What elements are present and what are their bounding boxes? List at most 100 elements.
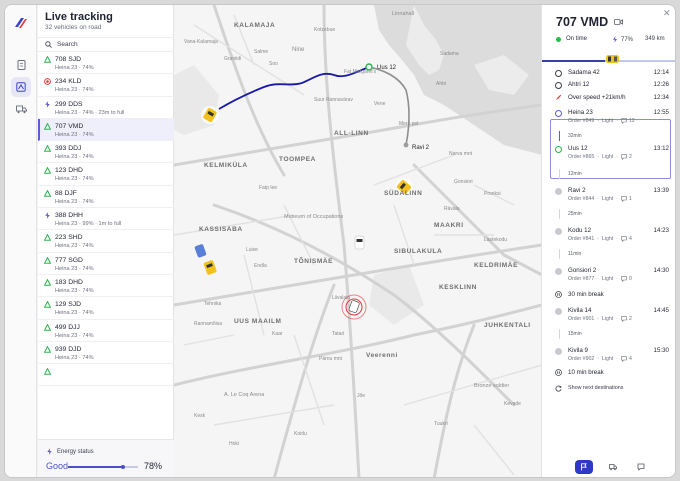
timeline-stop[interactable]: Sadama 42 12:14 xyxy=(555,69,672,77)
map-label: Soo xyxy=(269,61,278,67)
vehicle-id: 708 SJD xyxy=(55,56,82,63)
timeline-stop[interactable]: 30 min break xyxy=(555,291,672,298)
map-label: Gonsiori xyxy=(454,179,473,185)
stop-time: 13:12 xyxy=(653,145,669,152)
timeline-stop[interactable]: Uus 12 13:12 Order #865 · Light · 2 xyxy=(555,145,672,160)
vehicle-id: 129 SJD xyxy=(55,301,82,309)
map-label: Kevade xyxy=(504,401,521,407)
timeline-connector xyxy=(559,249,560,259)
vehicle-meta: Heina 23 · 74% · 23m to full xyxy=(55,109,125,116)
comment-icon xyxy=(621,316,627,322)
vehicle-list-item[interactable] xyxy=(38,364,174,387)
map-label: Salme xyxy=(254,49,268,55)
vehicle-list-item[interactable]: 499 DJJ Heina 23 · 74% xyxy=(38,320,174,342)
order-type: Light xyxy=(601,236,614,242)
vehicle-list-item[interactable]: 393 DDJ Heina 23 · 74% xyxy=(38,141,174,164)
comment-count: 4 xyxy=(628,236,632,242)
vehicle-marker-white[interactable] xyxy=(354,235,365,250)
logo xyxy=(15,18,27,28)
map-label: Ahtri xyxy=(436,81,446,87)
vehicle-meta: Heina 23 · 74% xyxy=(55,198,94,205)
rail-vehicles-button[interactable] xyxy=(11,99,31,119)
map-label: UUS MAAILM xyxy=(234,318,282,325)
map-label: Suur Rannavärav xyxy=(314,97,353,103)
timeline-stop[interactable]: Kodu 12 14:23 Order #841 · Light · 4 xyxy=(555,227,672,242)
map-label: SIBULAKULA xyxy=(394,248,442,255)
vehicle-id: 393 DDJ xyxy=(55,145,82,153)
timeline-stop[interactable]: Heina 23 12:55 Order #849 · Light · 12 xyxy=(555,109,672,124)
timeline-stop[interactable]: Ahtri 12 12:26 xyxy=(555,81,672,89)
vehicle-meta: Heina 23 · 74% xyxy=(55,131,94,138)
vehicle-list-item[interactable]: 129 SJD Heina 23 · 74% xyxy=(38,297,174,320)
vehicle-detail-panel: 707 VMD ✕ On time 77% 349 km Sadama 42 12… xyxy=(541,5,675,477)
map-label: TOOMPEA xyxy=(279,156,316,163)
travel-duration: 32min xyxy=(568,133,582,139)
map-label: Fatp lee xyxy=(259,185,277,191)
timeline-connector xyxy=(559,329,560,339)
vehicle-meta: Heina 23 · 74% xyxy=(55,265,94,272)
vehicle-list-item[interactable]: 388 DHH Heina 23 · 99% · 1m to full xyxy=(38,208,174,231)
vehicle-meta: Heina 23 · 74% xyxy=(55,310,94,317)
app-window: Live tracking 32 vehicles on road Search… xyxy=(4,4,676,478)
timeline-stop[interactable]: 10 min break xyxy=(555,369,672,376)
rail-tracking-button[interactable] xyxy=(11,77,31,97)
vehicle-button[interactable] xyxy=(604,460,622,474)
route-end-marker[interactable] xyxy=(403,142,409,148)
map-label: Linnahall xyxy=(392,11,414,17)
vehicle-id: 223 SHD xyxy=(55,234,83,242)
vehicle-list-item[interactable]: 234 KLD Heina 23 · 74% xyxy=(38,74,174,97)
stop-name: Show next destinations xyxy=(568,385,624,391)
vehicle-list-item[interactable]: 707 VMD Heina 23 · 74% xyxy=(38,118,174,142)
vehicle-list-item[interactable]: 223 SHD Heina 23 · 74% xyxy=(38,230,174,253)
bolt-icon xyxy=(44,212,51,219)
timeline-connector xyxy=(559,131,560,141)
map-label: Tatari xyxy=(332,331,344,337)
timeline-stop[interactable]: Kivila 14 14:45 Order #901 · Light · 2 xyxy=(555,307,672,322)
chat-button[interactable] xyxy=(632,460,650,474)
vehicle-list-item[interactable]: 123 DHD Heina 23 · 74% xyxy=(38,163,174,186)
map-label: Tuukri xyxy=(434,421,448,427)
stop-time: 14:30 xyxy=(653,267,669,274)
close-button[interactable]: ✕ xyxy=(663,8,671,19)
comment-count: 1 xyxy=(628,196,632,202)
map-label: Fat Margaret's xyxy=(344,69,377,75)
energy-percent: 78% xyxy=(144,461,163,471)
route-button[interactable] xyxy=(575,460,593,474)
vehicle-id: 388 DHH xyxy=(55,212,83,220)
vehicle-list-item[interactable]: 708 SJD Heina 23 · 74% xyxy=(38,52,174,75)
stop-time: 13:39 xyxy=(653,187,669,194)
trip-progress-fill xyxy=(542,60,605,62)
vehicle-meta: Heina 23 · 74% xyxy=(55,87,94,94)
vehicle-list-item[interactable]: 88 DJF Heina 23 · 74% xyxy=(38,186,174,209)
map-label: KASSISABA xyxy=(199,226,243,233)
order-number: Order #849 xyxy=(568,118,595,124)
vehicle-id: 499 DJJ xyxy=(55,323,80,331)
energy-bar-knob[interactable] xyxy=(120,464,125,469)
search-input[interactable]: Search xyxy=(38,37,174,52)
show-next-destinations-link[interactable]: Show next destinations xyxy=(555,385,672,392)
timeline-stop[interactable]: Over speed +21km/h 12:34 xyxy=(556,94,672,101)
status-dot-icon xyxy=(556,36,561,42)
vehicle-list-item[interactable]: 777 SGD Heina 23 · 74% xyxy=(38,253,174,275)
map-label: Vene xyxy=(374,101,386,107)
map-label: Nine xyxy=(292,47,305,53)
map[interactable]: Uus 12 Ravi 2 KALAMAJALinnahallNineVana-… xyxy=(174,5,542,478)
map-label: Bronze soldier xyxy=(474,383,509,389)
triangle-icon xyxy=(44,56,51,63)
camera-icon[interactable] xyxy=(614,18,623,26)
map-label: Rävala xyxy=(444,206,460,212)
map-icon xyxy=(16,82,26,92)
vehicle-list-item[interactable]: 939 DJD Heina 23 · 74% xyxy=(38,342,174,365)
order-type: Light xyxy=(601,356,614,362)
vehicle-list-item[interactable]: 299 DDS Heina 23 · 74% · 23m to full xyxy=(38,97,174,119)
stop-name: 30 min break xyxy=(568,291,604,298)
vehicle-id: 183 DHD xyxy=(55,278,83,286)
vehicle-marker-yellow[interactable] xyxy=(201,106,219,124)
order-type: Light xyxy=(601,154,614,160)
timeline-stop[interactable]: Ravi 2 13:39 Order #844 · Light · 1 xyxy=(555,187,672,202)
rail-documents-button[interactable] xyxy=(11,55,31,75)
timeline-stop[interactable]: Kivila 9 15:30 Order #902 · Light · 4 xyxy=(555,347,672,362)
page-title: Live tracking xyxy=(45,11,113,23)
timeline-stop[interactable]: Gonsiori 2 14:30 Order #877 · Light · 0 xyxy=(555,267,672,282)
vehicle-list-item[interactable]: 183 DHD Heina 23 · 74% xyxy=(38,275,174,298)
